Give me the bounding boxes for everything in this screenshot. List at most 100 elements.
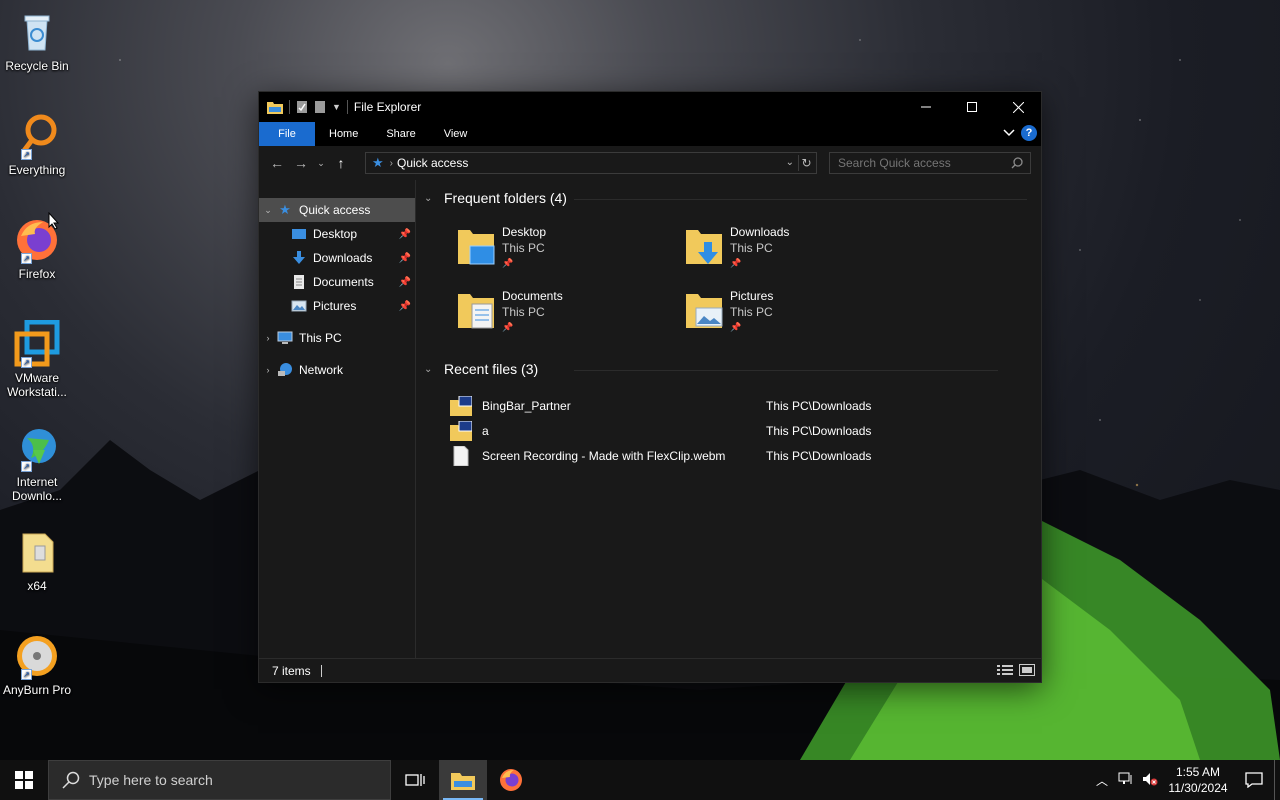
desktop-icon-label: Everything [8, 163, 66, 177]
task-view-button[interactable] [391, 760, 439, 800]
navigation-bar: ← → ⌄ ↑ ★ › Quick access ⌄ ↻ [259, 146, 1041, 180]
pictures-folder-icon [686, 294, 723, 328]
address-bar[interactable]: ★ › Quick access ⌄ ↻ [365, 152, 817, 174]
nav-item-label: Downloads [313, 251, 373, 265]
taskbar-firefox[interactable] [487, 760, 535, 800]
pin-icon[interactable]: 📌 [399, 229, 411, 240]
section-divider [574, 370, 999, 371]
address-dropdown-icon[interactable]: ⌄ [786, 155, 794, 171]
tab-home[interactable]: Home [315, 122, 372, 146]
network-tray-icon[interactable] [1114, 772, 1138, 789]
frequent-folder-documents[interactable]: Documents This PC 📌 [456, 288, 676, 344]
nav-item-quick-access[interactable]: ⌄ ★ Quick access [259, 198, 415, 222]
frequent-folder-pictures[interactable]: Pictures This PC 📌 [684, 288, 904, 344]
ribbon-tabs: File Home Share View ? [259, 122, 1041, 146]
nav-item-network[interactable]: › Network [259, 358, 415, 382]
folder-app-icon [267, 102, 283, 114]
pin-icon[interactable]: 📌 [399, 253, 411, 264]
breadcrumb-chevron-icon[interactable]: › [390, 158, 393, 169]
back-button[interactable]: ← [265, 151, 289, 175]
nav-item-label: Documents [313, 275, 374, 289]
clock-date: 11/30/2024 [1168, 781, 1228, 795]
task-view-icon [405, 774, 425, 786]
shortcut-arrow-icon: ↗ [21, 253, 32, 264]
title-bar[interactable]: ▼ File Explorer [259, 92, 1041, 122]
desktop-icon-vmware[interactable]: ↗ VMware Workstati... [2, 319, 72, 399]
forward-button[interactable]: → [289, 151, 313, 175]
help-icon[interactable]: ? [1021, 125, 1037, 141]
shortcut-arrow-icon: ↗ [21, 149, 32, 160]
minimize-button[interactable] [903, 92, 949, 122]
customize-toolbar-icon[interactable]: ▼ [332, 102, 341, 112]
recent-file-row[interactable]: a This PC\Downloads [450, 418, 910, 443]
expand-chevron-icon[interactable]: › [259, 333, 277, 343]
desktop-icon-everything[interactable]: ↗ Everything [2, 112, 72, 177]
collapse-chevron-icon[interactable]: ⌄ [424, 193, 438, 204]
desktop-icon-firefox[interactable]: ↗ Firefox [2, 216, 72, 281]
content-pane: ⌄ Frequent folders (4) Desktop This PC 📌… [416, 180, 1041, 658]
pin-icon: 📌 [502, 258, 514, 268]
desktop-icon-internet-download-manager[interactable]: ↗ Internet Downlo... [2, 424, 72, 503]
expand-ribbon-icon[interactable] [1003, 129, 1015, 137]
recent-file-name: BingBar_Partner [482, 398, 571, 413]
pin-icon[interactable]: 📌 [399, 277, 411, 288]
action-center-button[interactable] [1234, 760, 1274, 800]
frequent-folders-header[interactable]: ⌄ Frequent folders (4) [424, 190, 1027, 206]
new-folder-icon[interactable] [314, 100, 326, 114]
close-button[interactable] [995, 92, 1041, 122]
frequent-folder-desktop[interactable]: Desktop This PC 📌 [456, 224, 676, 280]
properties-icon[interactable] [296, 100, 308, 114]
shortcut-arrow-icon: ↗ [21, 669, 32, 680]
tab-share[interactable]: Share [372, 122, 429, 146]
pin-icon[interactable]: 📌 [399, 301, 411, 312]
start-button[interactable] [0, 760, 48, 800]
maximize-button[interactable] [949, 92, 995, 122]
recent-file-row[interactable]: Screen Recording - Made with FlexClip.we… [450, 443, 910, 468]
system-clock[interactable]: 1:55 AM 11/30/2024 [1162, 764, 1234, 796]
folder-name: Downloads [730, 225, 790, 239]
folder-name: Documents [502, 289, 563, 303]
pin-icon: 📌 [502, 322, 514, 332]
explorer-body: ⌄ ★ Quick access Desktop 📌 Downloads 📌 D… [259, 180, 1041, 658]
tab-view[interactable]: View [430, 122, 482, 146]
details-view-icon[interactable] [997, 664, 1013, 676]
desktop-icon-x64[interactable]: x64 [2, 528, 72, 593]
breadcrumb-quick-access[interactable]: Quick access [397, 156, 468, 170]
desktop-icon-label: VMware Workstati... [7, 371, 67, 399]
recent-files-header[interactable]: ⌄ Recent files (3) [424, 361, 999, 377]
expand-chevron-icon[interactable]: › [259, 365, 277, 375]
downloads-folder-icon [686, 230, 722, 264]
desktop-icon-label: Firefox [18, 267, 56, 281]
star-icon: ★ [279, 202, 291, 217]
desktop-icon-recycle-bin[interactable]: Recycle Bin [2, 8, 72, 73]
anyburn-disc-icon: ↗ [13, 632, 61, 680]
shortcut-arrow-icon: ↗ [21, 461, 32, 472]
nav-item-desktop[interactable]: Desktop 📌 [259, 222, 415, 246]
taskbar: Type here to search ︿ 1:55 AM 11/30/2024 [0, 760, 1280, 800]
up-button[interactable]: ↑ [329, 151, 353, 175]
show-hidden-icons-chevron-icon[interactable]: ︿ [1090, 772, 1114, 789]
frequent-folder-downloads[interactable]: Downloads This PC 📌 [684, 224, 904, 280]
refresh-icon[interactable]: ↻ [798, 155, 814, 171]
section-title: Frequent folders (4) [444, 190, 567, 206]
desktop-icon-anyburn[interactable]: ↗ AnyBurn Pro [2, 632, 72, 697]
volume-muted-icon[interactable] [1138, 772, 1162, 789]
large-icons-view-icon[interactable] [1019, 664, 1035, 676]
iso-file-icon [450, 420, 472, 441]
desktop-folder-icon [458, 230, 495, 265]
taskbar-file-explorer[interactable] [439, 760, 487, 800]
nav-item-downloads[interactable]: Downloads 📌 [259, 246, 415, 270]
recent-locations-icon[interactable]: ⌄ [313, 151, 329, 175]
nav-item-this-pc[interactable]: › This PC [259, 326, 415, 350]
nav-item-documents[interactable]: Documents 📌 [259, 270, 415, 294]
show-desktop-button[interactable] [1274, 760, 1280, 800]
nav-item-pictures[interactable]: Pictures 📌 [259, 294, 415, 318]
desktop-icon-label: Internet Downlo... [11, 475, 63, 503]
search-input[interactable] [829, 152, 1031, 174]
taskbar-search-box[interactable]: Type here to search [48, 760, 391, 800]
recent-file-row[interactable]: BingBar_Partner This PC\Downloads [450, 393, 910, 418]
collapse-chevron-icon[interactable]: ⌄ [424, 364, 438, 375]
collapse-chevron-icon[interactable]: ⌄ [259, 205, 277, 216]
nav-item-label: Network [299, 363, 344, 377]
tab-file[interactable]: File [259, 122, 315, 146]
